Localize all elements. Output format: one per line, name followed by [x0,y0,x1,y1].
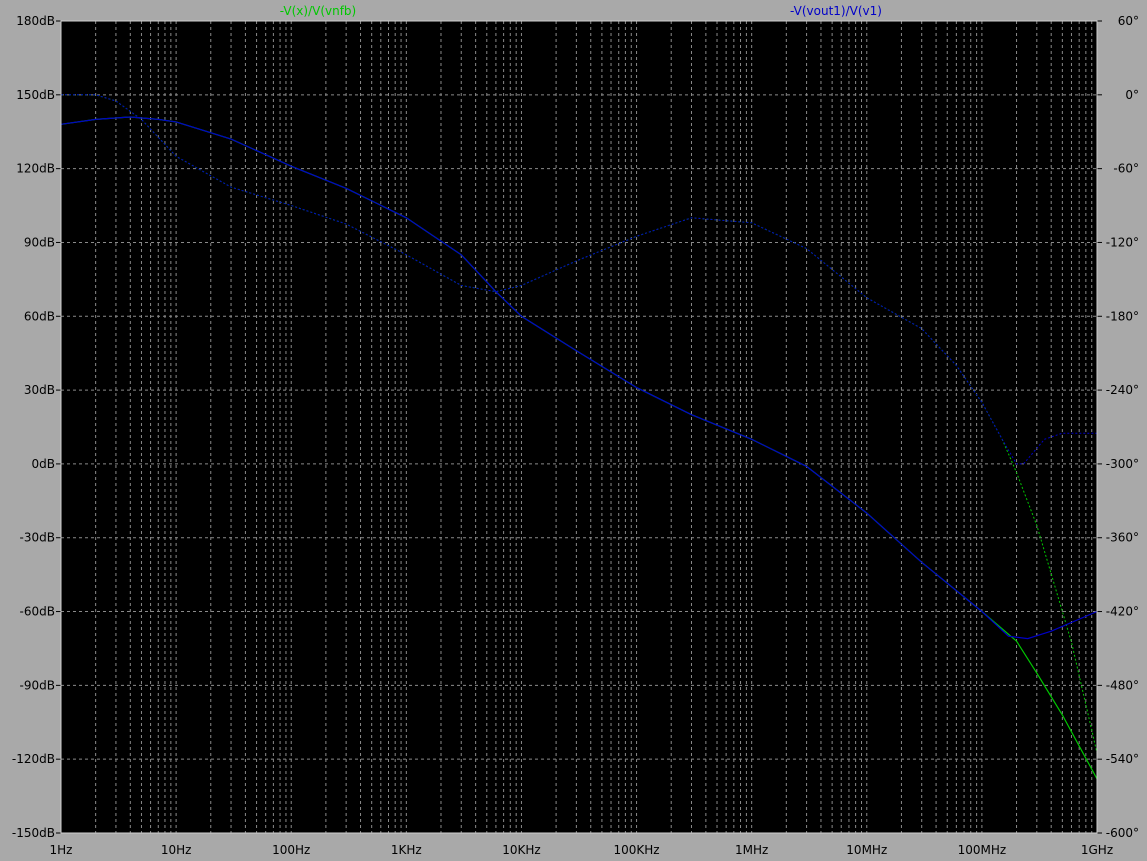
y-right-tick-label: -300° [1106,457,1139,471]
y-left-tick-label: 30dB [24,383,55,397]
x-tick-label: 1KHz [391,843,422,857]
y-right-tick-label: 0° [1125,88,1139,102]
y-left-tick-label: -120dB [12,752,55,766]
x-tick-label: 10Hz [161,843,192,857]
y-right-tick-label: -360° [1106,531,1139,545]
plot-window: 1Hz 10Hz 100Hz 1KHz 10KHz 100KHz 1MHz 10MHz 100M… [0,0,1147,861]
y-right-tick-label: -420° [1106,605,1139,619]
y-right-tick-label: 60° [1118,14,1139,28]
x-tick-label: 100KHz [614,843,660,857]
y-right-tick-label: -180° [1106,309,1139,323]
x-tick-label: 1MHz [735,843,768,857]
y-left-tick-label: 150dB [16,88,55,102]
y-left-tick-label: 0dB [32,457,55,471]
y-left-tick-label: 60dB [24,309,55,323]
y-left-tick-label: -90dB [20,678,55,692]
x-tick-label: 10MHz [846,843,887,857]
legend-entry-series-2[interactable]: -V(vout1)/V(v1) [790,4,882,18]
y-right-tick-label: -240° [1106,383,1139,397]
legend-entry-series-1[interactable]: -V(x)/V(vnfb) [280,4,356,18]
legend: -V(x)/V(vnfb) -V(vout1)/V(v1) [280,4,882,18]
x-tick-label: 100Hz [272,843,310,857]
y-right-tick-label: -120° [1106,235,1139,249]
plot-area[interactable] [61,21,1097,833]
y-left-tick-label: 120dB [16,162,55,176]
x-tick-label: 1Hz [50,843,73,857]
x-tick-label: 100MHz [958,843,1007,857]
bode-plot[interactable]: 1Hz 10Hz 100Hz 1KHz 10KHz 100KHz 1MHz 10MHz 100M… [0,0,1147,861]
y-left-tick-label: -150dB [12,826,55,840]
x-tick-label: 10KHz [502,843,540,857]
y-left-tick-label: -30dB [20,531,55,545]
y-right-tick-label: -600° [1106,826,1139,840]
y-right-tick-label: -540° [1106,752,1139,766]
x-tick-label: 1GHz [1081,843,1113,857]
y-left-tick-label: -60dB [20,605,55,619]
y-right-tick-label: -60° [1113,162,1139,176]
y-left-tick-label: 90dB [24,235,55,249]
y-right-tick-label: -480° [1106,678,1139,692]
y-left-tick-label: 180dB [16,14,55,28]
